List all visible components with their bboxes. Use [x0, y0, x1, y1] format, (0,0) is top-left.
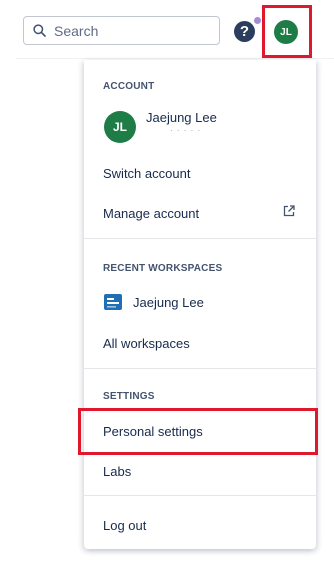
labs-item[interactable]: Labs [103, 464, 131, 479]
notification-dot [254, 17, 261, 24]
highlight-box-personal-settings [78, 408, 318, 455]
search-icon [33, 24, 46, 37]
account-name: Jaejung Lee [146, 110, 217, 125]
divider [84, 368, 316, 369]
search-input[interactable] [54, 22, 204, 39]
switch-account-item[interactable]: Switch account [103, 166, 190, 181]
help-icon: ? [239, 23, 250, 40]
account-avatar: JL [104, 111, 136, 143]
search-box[interactable] [23, 16, 220, 45]
highlight-box-avatar [262, 5, 312, 58]
account-dropdown-menu: ACCOUNT JL Jaejung Lee · · · · · Switch … [84, 60, 316, 549]
account-section-header: ACCOUNT [103, 81, 155, 92]
divider [84, 238, 316, 239]
manage-account-item[interactable]: Manage account [103, 206, 199, 221]
recent-workspace-item[interactable]: Jaejung Lee [133, 295, 204, 310]
log-out-item[interactable]: Log out [103, 518, 146, 533]
account-avatar-initials: JL [112, 120, 127, 134]
settings-section-header: SETTINGS [103, 391, 155, 402]
divider [84, 495, 316, 496]
help-button[interactable]: ? [234, 21, 255, 42]
recent-workspaces-header: RECENT WORKSPACES [103, 263, 223, 274]
external-link-icon[interactable] [282, 204, 296, 218]
account-email: · · · · · [170, 126, 202, 135]
all-workspaces-item[interactable]: All workspaces [103, 336, 190, 351]
workspace-board-icon [104, 294, 122, 310]
topbar-divider [16, 58, 334, 59]
